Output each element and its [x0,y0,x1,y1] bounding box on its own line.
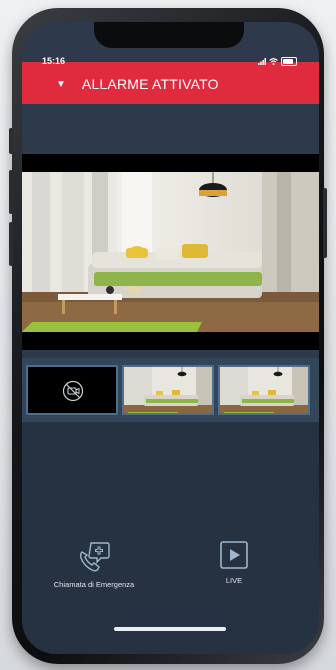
notch [94,22,244,48]
volume-up-button [9,170,13,214]
thumbnail-no-camera[interactable] [26,365,118,415]
camera-thumbnails [22,358,319,422]
emergency-call-button[interactable]: Chiamata di Emergenza [38,540,150,589]
thumbnail-camera-3[interactable] [218,365,310,415]
play-icon [220,541,248,569]
battery-icon [281,57,297,66]
emergency-call-label: Chiamata di Emergenza [53,580,135,589]
live-button[interactable]: LIVE [198,540,270,585]
status-icons [258,57,297,66]
live-label: LIVE [225,576,243,585]
mute-switch [9,128,13,154]
thumbnail-camera-2[interactable] [122,365,214,415]
signal-icon [258,58,266,65]
header-title: ALLARME ATTIVATO [81,76,219,92]
emergency-call-icon [79,542,110,572]
action-panel: Chiamata di Emergenza LIVE [22,422,319,654]
volume-down-button [9,222,13,266]
main-video-panel[interactable] [22,154,319,350]
header-title-row[interactable]: ▼ ALLARME ATTIVATO [56,76,219,92]
camera-off-icon [62,380,84,402]
power-button [323,188,327,258]
caret-down-icon[interactable]: ▼ [56,79,66,90]
app-screen: 15:16 ▼ ALLARME ATTIVATO Chiamata di Eme… [22,22,319,654]
main-camera-image[interactable] [22,172,319,332]
status-time: 15:16 [42,56,66,66]
wifi-icon [269,58,278,65]
toolbar-strip [22,104,319,144]
home-indicator[interactable] [114,627,226,631]
